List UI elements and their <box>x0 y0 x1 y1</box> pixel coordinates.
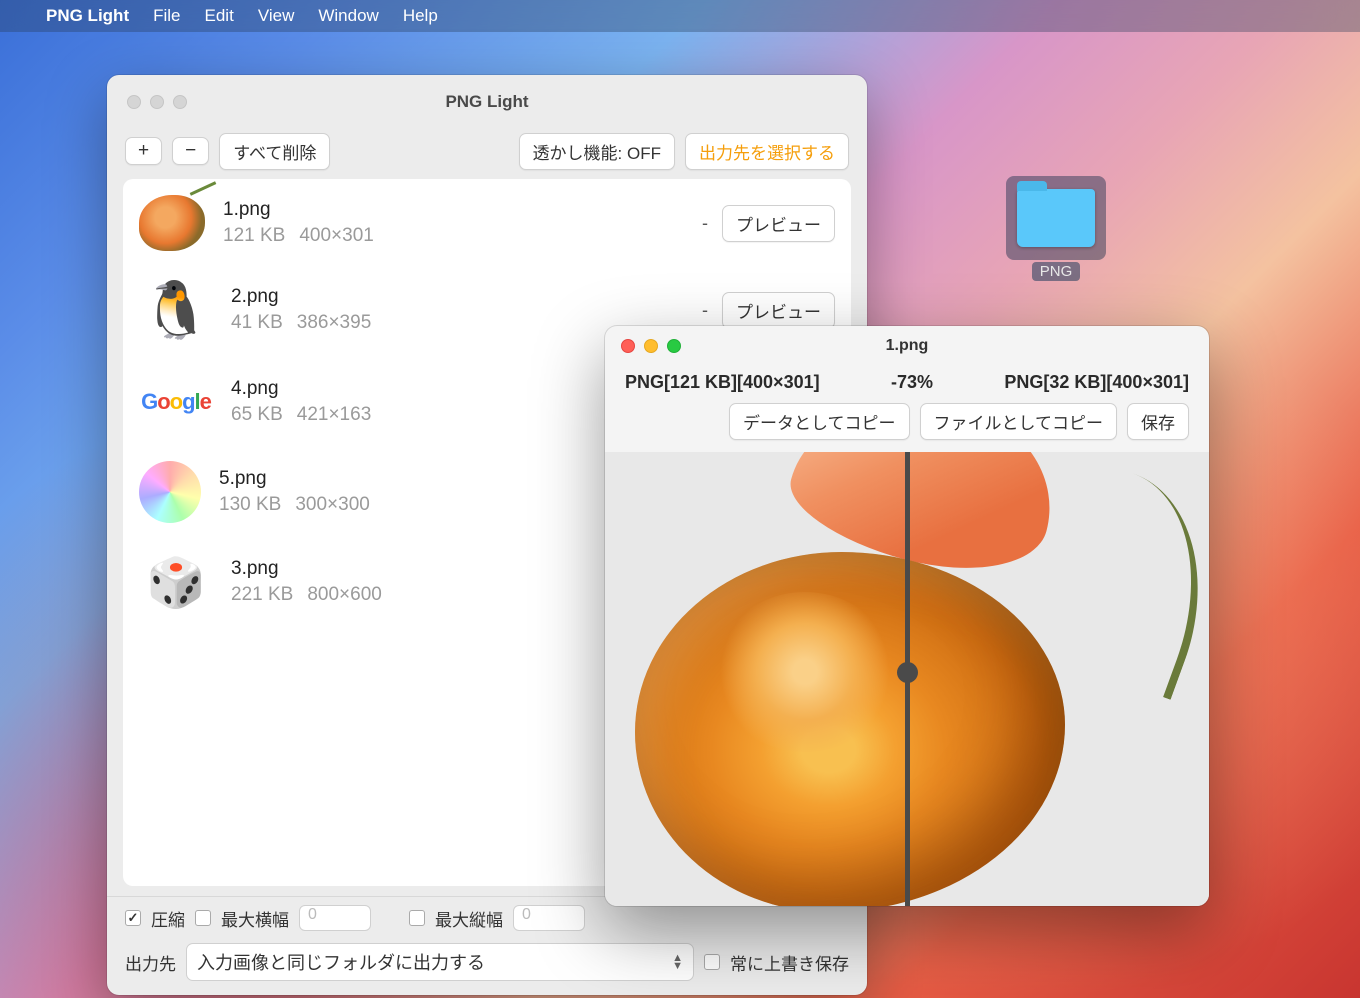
overwrite-label: 常に上書き保存 <box>730 950 849 975</box>
original-info: PNG[121 KB][400×301] <box>625 372 820 393</box>
preview-titlebar[interactable]: 1.png <box>605 326 1209 366</box>
preview-button[interactable]: プレビュー <box>722 205 835 242</box>
clear-all-button[interactable]: すべて削除 <box>219 133 330 170</box>
compress-checkbox[interactable] <box>125 910 141 926</box>
choose-output-button[interactable]: 出力先を選択する <box>685 133 849 170</box>
add-button[interactable]: + <box>125 137 162 165</box>
file-meta: 121 KB400×301 <box>223 225 684 247</box>
file-row[interactable]: 1.png 121 KB400×301 - プレビュー <box>123 185 851 267</box>
max-height-input[interactable]: 0 <box>513 905 585 931</box>
thumbnail-icon <box>139 277 213 343</box>
menu-window[interactable]: Window <box>318 6 378 26</box>
folder-label: PNG <box>1032 262 1081 281</box>
app-menu[interactable]: PNG Light <box>46 6 129 26</box>
menu-file[interactable]: File <box>153 6 180 26</box>
reduction-percent: -73% <box>891 372 933 393</box>
thumbnail-icon: Google <box>139 369 213 435</box>
output-label: 出力先 <box>125 950 176 975</box>
menu-help[interactable]: Help <box>403 6 438 26</box>
thumbnail-icon <box>139 461 201 523</box>
window-title: PNG Light <box>107 92 867 112</box>
max-height-checkbox[interactable] <box>409 910 425 926</box>
preview-canvas <box>605 452 1209 906</box>
output-select[interactable]: 入力画像と同じフォルダに出力する ▲▼ <box>186 943 694 981</box>
copy-as-file-button[interactable]: ファイルとしてコピー <box>920 403 1118 440</box>
menu-edit[interactable]: Edit <box>205 6 234 26</box>
thumbnail-icon <box>139 195 205 251</box>
status-text: - <box>702 213 708 234</box>
compress-label: 圧縮 <box>151 906 185 931</box>
toolbar: + − すべて削除 透かし機能: OFF 出力先を選択する <box>107 129 867 173</box>
thumbnail-icon <box>139 549 213 615</box>
desktop-folder-png[interactable]: PNG <box>1000 176 1112 281</box>
file-name: 1.png <box>223 199 684 221</box>
max-width-input[interactable]: 0 <box>299 905 371 931</box>
status-text: - <box>702 300 708 321</box>
preview-info-bar: PNG[121 KB][400×301] -73% PNG[32 KB][400… <box>605 366 1209 395</box>
preview-actions: データとしてコピー ファイルとしてコピー 保存 <box>605 395 1209 452</box>
preview-title: 1.png <box>605 337 1209 355</box>
overwrite-checkbox[interactable] <box>704 954 720 970</box>
save-button[interactable]: 保存 <box>1127 403 1189 440</box>
chevron-updown-icon: ▲▼ <box>672 954 683 970</box>
menubar: PNG Light File Edit View Window Help <box>0 0 1360 32</box>
folder-icon <box>1006 176 1106 260</box>
bottom-options: 圧縮 最大横幅 0 最大縦幅 0 出力先 入力画像と同じフォルダに出力する ▲▼… <box>107 896 867 995</box>
max-width-checkbox[interactable] <box>195 910 211 926</box>
max-width-label: 最大横幅 <box>221 906 289 931</box>
preview-button[interactable]: プレビュー <box>722 292 835 329</box>
preview-window: 1.png PNG[121 KB][400×301] -73% PNG[32 K… <box>605 326 1209 906</box>
titlebar[interactable]: PNG Light <box>107 75 867 129</box>
file-name: 2.png <box>231 286 684 308</box>
copy-as-data-button[interactable]: データとしてコピー <box>729 403 910 440</box>
menu-view[interactable]: View <box>258 6 295 26</box>
watermark-toggle[interactable]: 透かし機能: OFF <box>519 133 675 170</box>
compressed-info: PNG[32 KB][400×301] <box>1004 372 1189 393</box>
compare-slider-handle[interactable] <box>897 662 918 683</box>
remove-button[interactable]: − <box>172 137 209 165</box>
max-height-label: 最大縦幅 <box>435 906 503 931</box>
